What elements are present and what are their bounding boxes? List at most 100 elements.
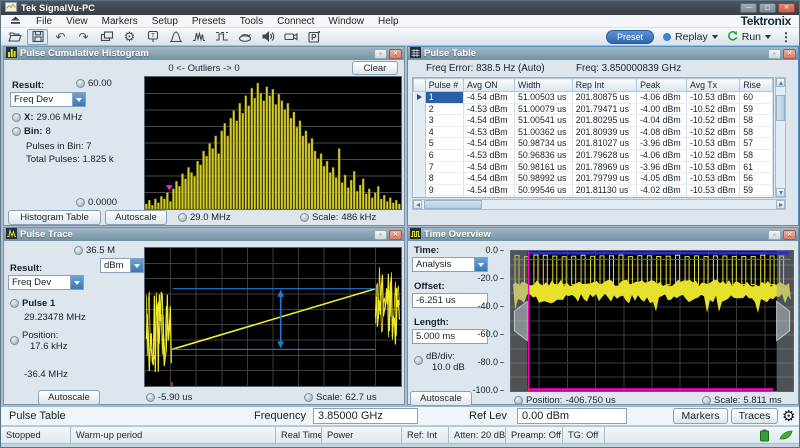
table-cell[interactable]: 59 <box>740 103 773 115</box>
spectrum-icon[interactable] <box>165 29 186 45</box>
table-cell[interactable]: -4.54 dBm <box>464 173 515 185</box>
panel-restore-button[interactable]: ▫ <box>374 230 387 240</box>
table-row[interactable]: 9-4.54 dBm50.99546 us201.81130 us-4.02 d… <box>414 184 773 196</box>
table-cell[interactable]: -3.96 dBm <box>637 161 687 173</box>
table-cell[interactable]: 59 <box>740 184 773 196</box>
table-cell[interactable]: 201.81027 us <box>572 138 636 150</box>
table-cell[interactable]: -10.53 dBm <box>686 161 739 173</box>
row-selector-cell[interactable] <box>414 173 426 185</box>
y-min-value[interactable]: 0.0000 <box>88 197 117 208</box>
table-cell[interactable]: -10.52 dBm <box>686 149 739 161</box>
menu-view[interactable]: View <box>66 16 88 27</box>
table-cell[interactable]: 56 <box>740 173 773 185</box>
table-cell[interactable]: -4.06 dBm <box>637 149 687 161</box>
menu-tools[interactable]: Tools <box>240 16 263 27</box>
autoscale-button[interactable]: Autoscale <box>38 390 100 405</box>
menu-presets[interactable]: Presets <box>192 16 226 27</box>
adjust-knob-icon[interactable] <box>12 113 21 122</box>
table-cell[interactable]: -4.53 dBm <box>464 149 515 161</box>
adjust-knob-icon[interactable] <box>74 246 83 255</box>
table-cell[interactable]: 201.79628 us <box>572 149 636 161</box>
table-cell[interactable]: -4.54 dBm <box>464 115 515 127</box>
table-row[interactable]: 4-4.53 dBm51.00362 us201.80939 us-4.08 d… <box>414 126 773 138</box>
panel-restore-button[interactable]: ▫ <box>374 49 387 59</box>
undo-icon[interactable]: ↶ <box>50 29 71 45</box>
row-selector-cell[interactable] <box>414 149 426 161</box>
adjust-knob-icon[interactable] <box>514 396 523 405</box>
bin-value[interactable]: 8 <box>45 126 50 137</box>
table-cell[interactable]: 58 <box>740 196 773 198</box>
row-selector-cell[interactable] <box>414 138 426 150</box>
table-row[interactable]: 7-4.54 dBm50.98161 us201.78969 us-3.96 d… <box>414 161 773 173</box>
table-cell[interactable]: -4.54 dBm <box>464 161 515 173</box>
table-cell[interactable]: 8 <box>425 173 463 185</box>
adjust-knob-icon[interactable] <box>12 127 21 136</box>
clear-button[interactable]: Clear <box>352 61 398 75</box>
column-header[interactable]: Pulse # <box>425 79 463 92</box>
tag-icon[interactable]: T <box>142 29 163 45</box>
column-header[interactable]: Rise <box>740 79 773 92</box>
table-row[interactable]: 5-4.54 dBm50.98734 us201.81027 us-3.96 d… <box>414 138 773 150</box>
scroll-left-button[interactable] <box>413 200 422 209</box>
table-cell[interactable]: 51.00503 us <box>514 92 572 104</box>
menu-window[interactable]: Window <box>328 16 364 27</box>
row-selector-cell[interactable] <box>414 115 426 127</box>
table-cell[interactable]: 50.96836 us <box>514 149 572 161</box>
pulse-table[interactable]: Pulse # Avg ON Width Rep Int Peak Avg Tx… <box>412 77 774 198</box>
x-center-value[interactable]: 29.0 MHz <box>190 212 231 223</box>
redo-icon[interactable]: ↷ <box>73 29 94 45</box>
table-cell[interactable]: -4.54 dBm <box>464 92 515 104</box>
table-cell[interactable]: -10.53 dBm <box>686 92 739 104</box>
table-cell[interactable]: -10.52 dBm <box>686 126 739 138</box>
panel-restore-button[interactable]: ▫ <box>768 230 781 240</box>
table-cell[interactable]: 50.98992 us <box>514 173 572 185</box>
scroll-right-button[interactable] <box>776 200 785 209</box>
table-cell[interactable]: -10.53 dBm <box>686 138 739 150</box>
table-cell[interactable]: -4.54 dBm <box>464 184 515 196</box>
settings-gear-icon[interactable]: ⚙ <box>119 29 140 45</box>
position-value[interactable]: 17.6 kHz <box>30 341 68 352</box>
table-cell[interactable]: -4.06 dBm <box>637 92 687 104</box>
run-button[interactable]: Run <box>727 30 771 44</box>
window-minimize-button[interactable]: — <box>740 3 757 13</box>
column-header[interactable]: Peak <box>637 79 687 92</box>
adjust-knob-icon[interactable] <box>304 393 313 402</box>
table-cell[interactable]: 51.00362 us <box>514 126 572 138</box>
markers-button[interactable]: Markers <box>673 408 728 424</box>
eject-icon[interactable] <box>9 15 22 28</box>
table-cell[interactable]: 2 <box>425 103 463 115</box>
table-cell[interactable]: 50.99546 us <box>514 184 572 196</box>
camera-icon[interactable] <box>280 29 301 45</box>
table-cell[interactable]: 58 <box>740 149 773 161</box>
row-selector-cell[interactable] <box>414 184 426 196</box>
displays-icon[interactable] <box>96 29 117 45</box>
adjust-knob-icon[interactable] <box>178 213 187 222</box>
menu-connect[interactable]: Connect <box>277 16 314 27</box>
row-selector-cell[interactable] <box>414 126 426 138</box>
table-row[interactable]: 8-4.54 dBm50.98992 us201.79799 us-4.05 d… <box>414 173 773 185</box>
panel-close-button[interactable]: ✕ <box>783 49 796 59</box>
table-cell[interactable]: 4 <box>425 126 463 138</box>
panel-close-button[interactable]: ✕ <box>389 230 402 240</box>
y-max-value[interactable]: 60.00 <box>88 78 112 89</box>
table-cell[interactable]: 51.00541 us <box>514 115 572 127</box>
traces-button[interactable]: Traces <box>731 408 778 424</box>
adjust-knob-icon[interactable] <box>702 396 711 405</box>
window-maximize-button[interactable]: ▢ <box>759 3 776 13</box>
settings-gear-icon[interactable]: ⚙ <box>782 409 795 424</box>
table-cell[interactable]: 201.80939 us <box>572 126 636 138</box>
table-cell[interactable]: 50.98381 us <box>514 196 572 198</box>
table-cell[interactable]: -4.05 dBm <box>637 173 687 185</box>
result-select[interactable]: Freq Dev <box>10 92 86 107</box>
table-cell[interactable]: 5 <box>425 138 463 150</box>
column-header[interactable]: Rep Int <box>572 79 636 92</box>
more-menu-icon[interactable]: ⋮ <box>780 30 792 44</box>
table-cell[interactable]: -10.53 dBm <box>686 173 739 185</box>
table-cell[interactable]: 50.98734 us <box>514 138 572 150</box>
table-row[interactable]: 10-4.54 dBm50.98381 us201.77585 us-4.04 … <box>414 196 773 198</box>
histogram-chart[interactable] <box>144 76 402 210</box>
table-cell[interactable]: 58 <box>740 115 773 127</box>
dbdiv-value[interactable]: 10.0 dB <box>432 362 465 373</box>
table-cell[interactable]: 60 <box>740 92 773 104</box>
scrollbar-thumb[interactable] <box>776 95 785 121</box>
